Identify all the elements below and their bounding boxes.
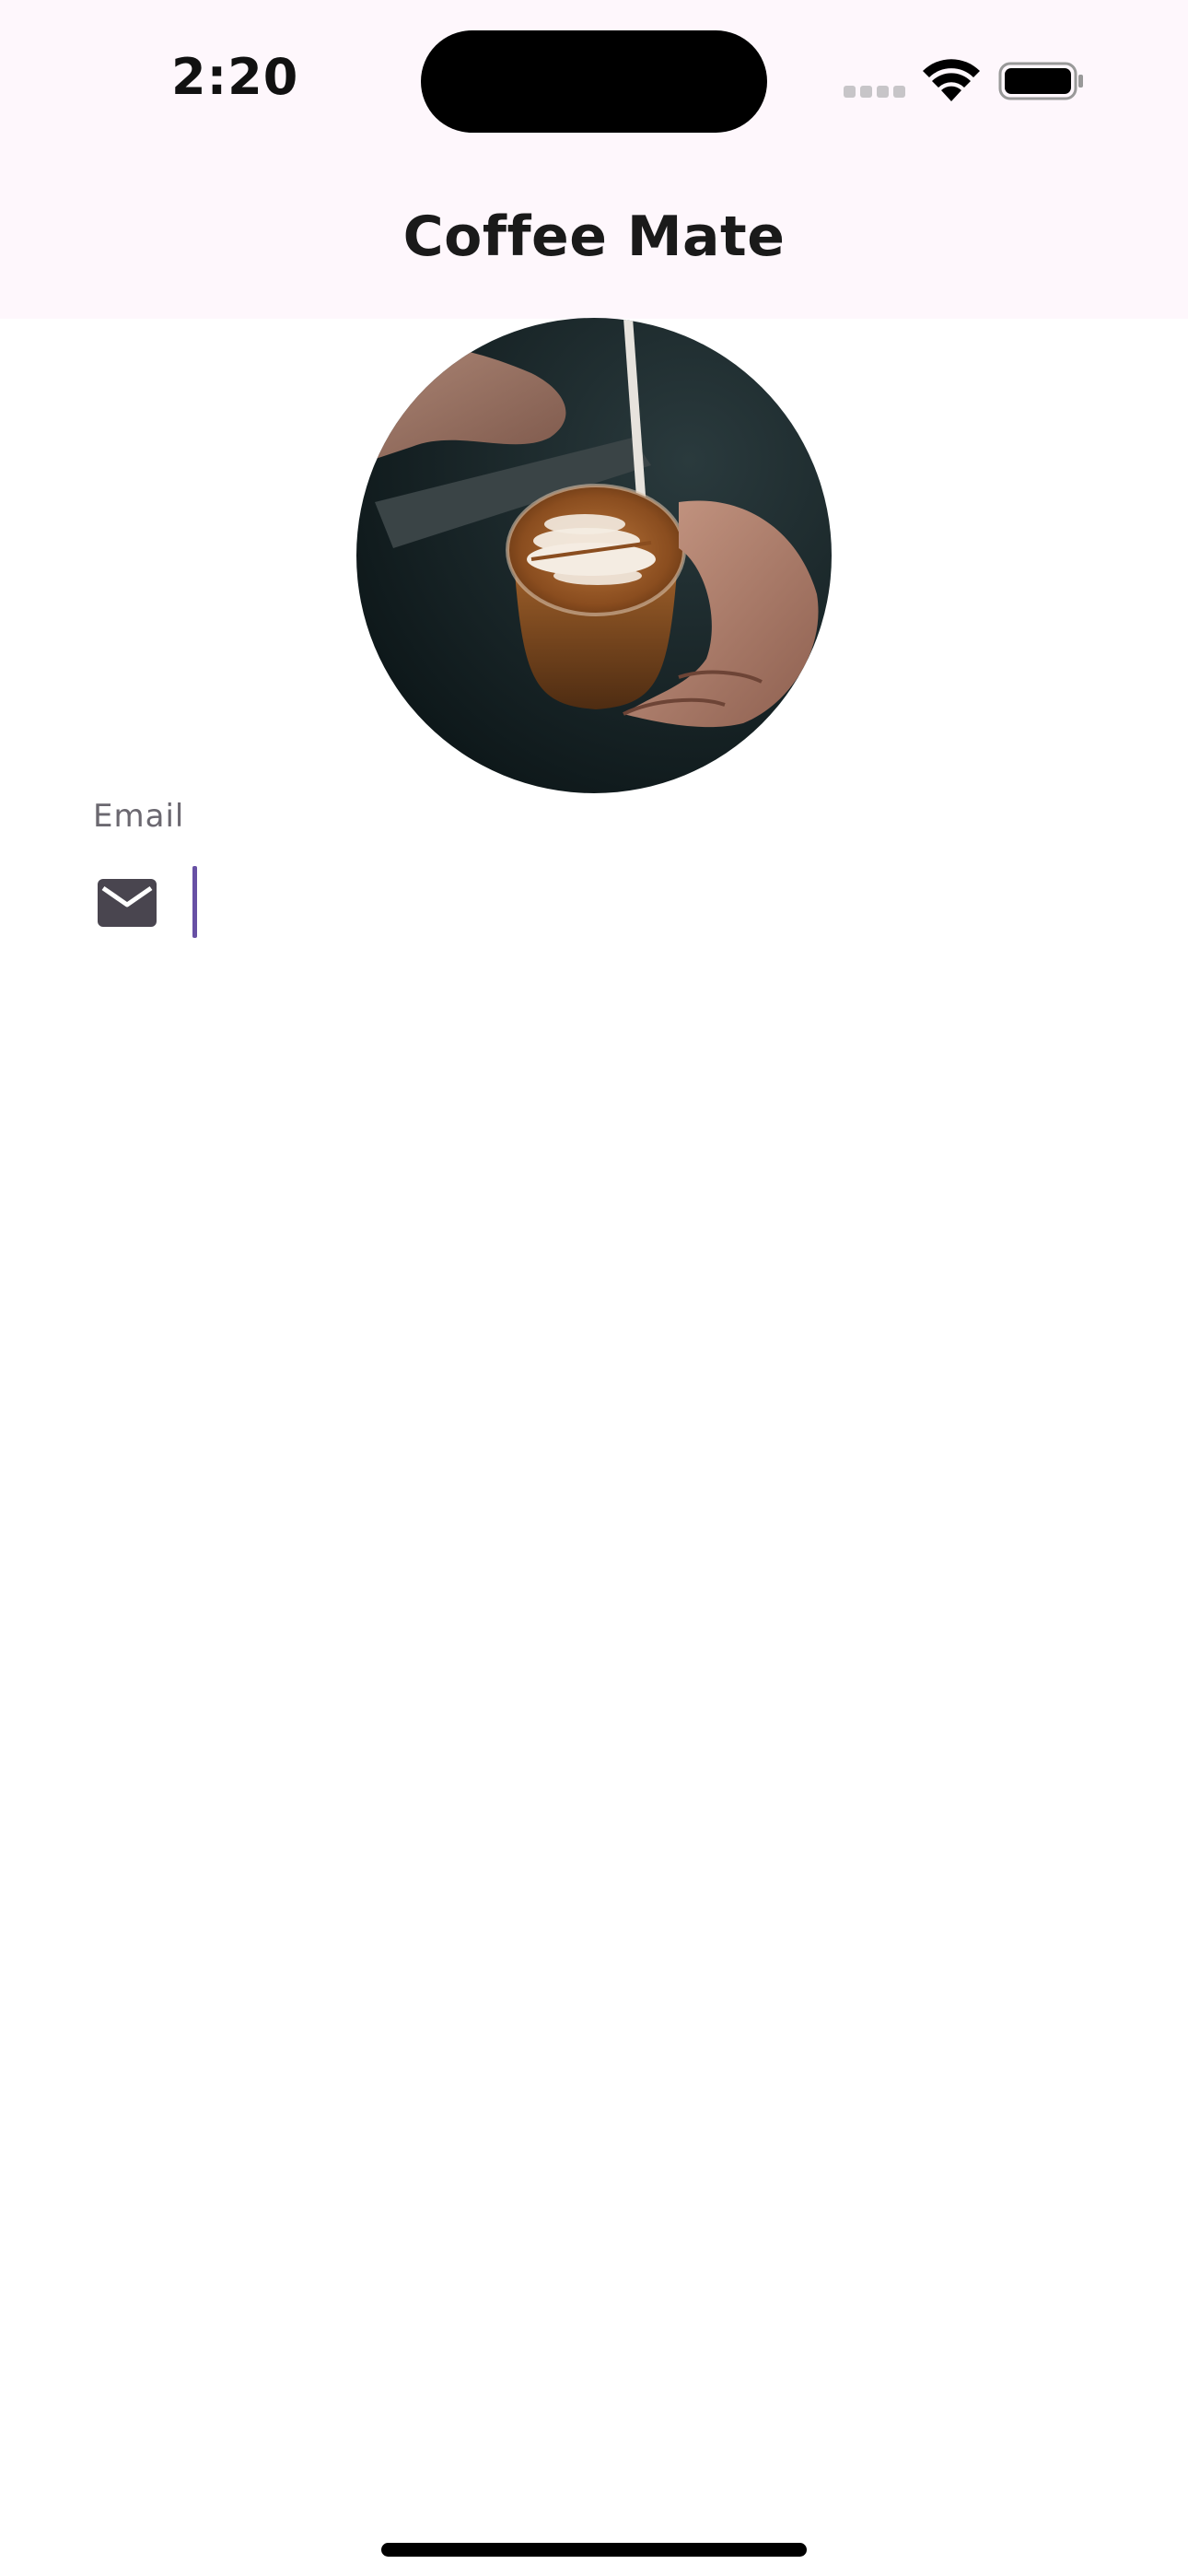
app-title: Coffee Mate: [402, 205, 786, 269]
wifi-icon: [923, 59, 980, 101]
email-input[interactable]: [184, 862, 1114, 942]
email-label: Email: [93, 798, 185, 835]
home-indicator[interactable]: [381, 2543, 807, 2557]
battery-icon: [998, 62, 1083, 100]
dynamic-island: [421, 30, 767, 133]
status-time: 2:20: [171, 48, 299, 106]
text-cursor: [192, 866, 197, 938]
top-app-bar: 2:20 Coffee Mate: [0, 0, 1188, 319]
mail-icon: [98, 879, 157, 927]
app-screen: 2:20 Coffee Mate Email: [0, 0, 1188, 2576]
cellular-signal-icon: [844, 86, 906, 99]
latte-art-photo: [356, 318, 832, 793]
